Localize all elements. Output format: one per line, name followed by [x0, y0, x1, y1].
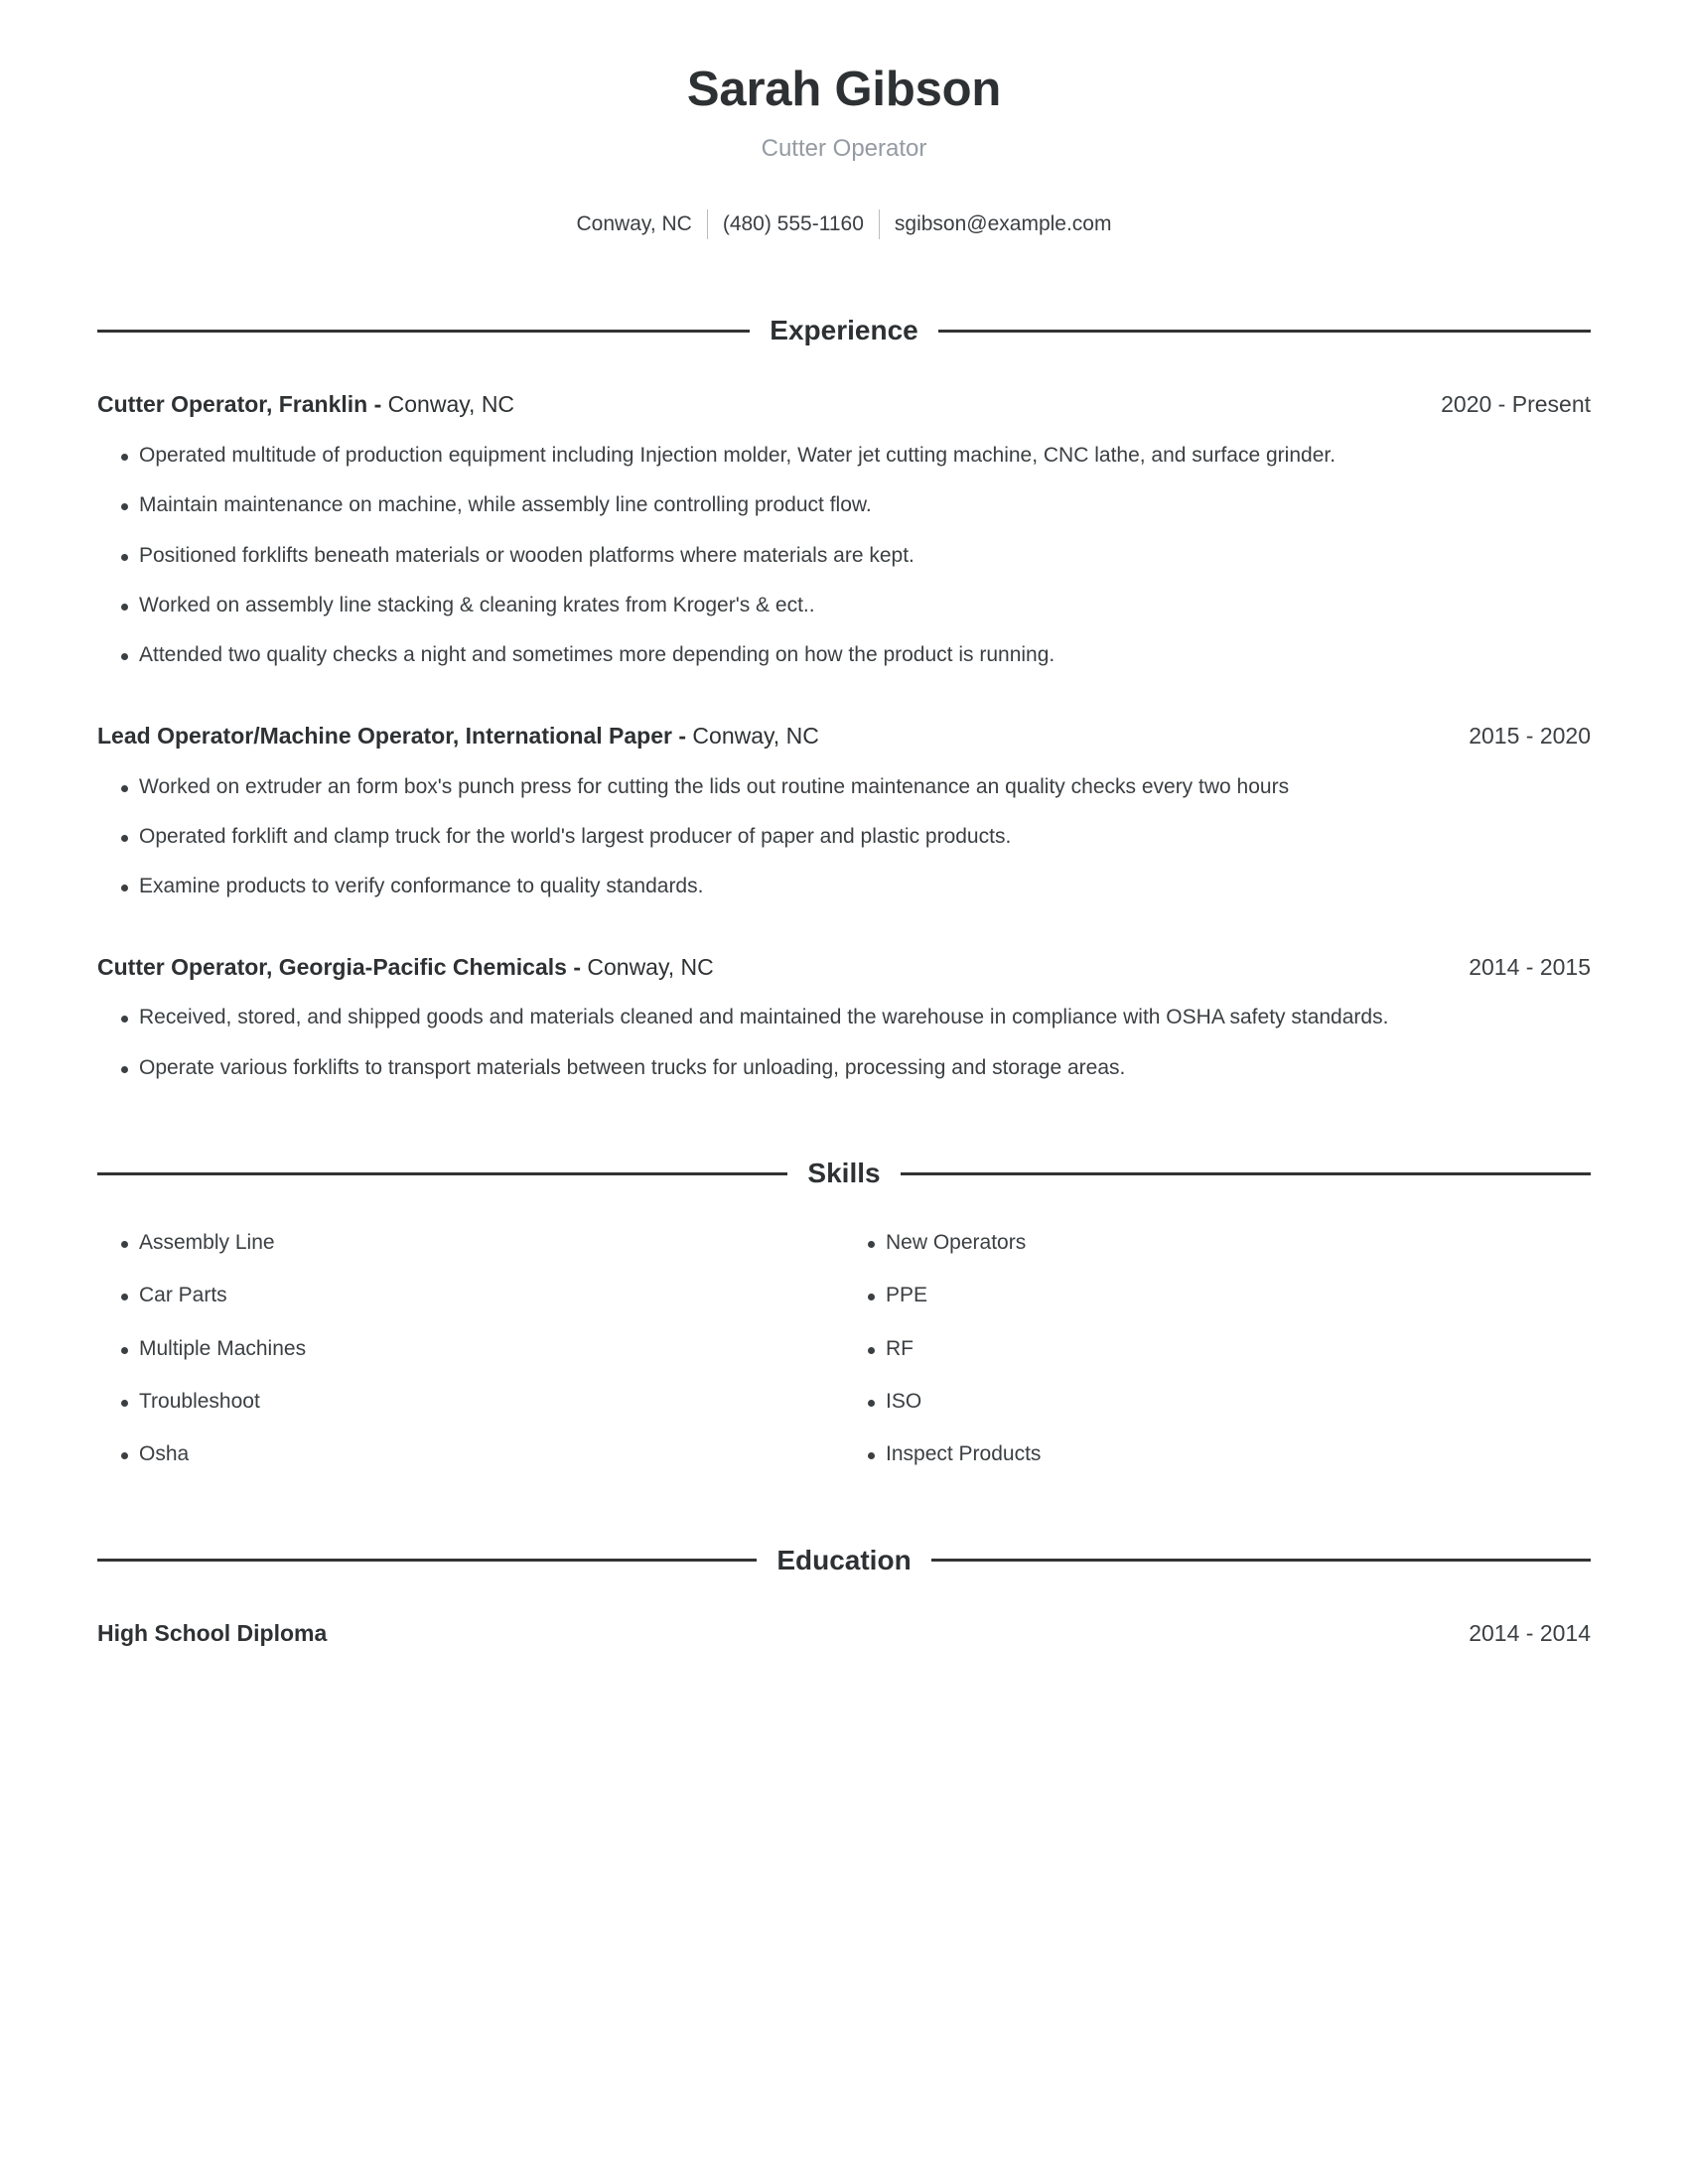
experience-entry-header: Lead Operator/Machine Operator, Internat… — [97, 722, 1591, 751]
list-item: Operated multitude of production equipme… — [97, 442, 1591, 470]
resume-page: Sarah Gibson Cutter Operator Conway, NC … — [0, 0, 1688, 2184]
experience-entry: Cutter Operator, Franklin - Conway, NC 20… — [97, 390, 1591, 670]
list-item: Inspect Products — [844, 1440, 1591, 1468]
section-title-education: Education — [776, 1544, 912, 1575]
experience-bullet-list: Received, stored, and shipped goods and … — [97, 1004, 1591, 1082]
experience-entry-location: Conway, NC — [387, 391, 515, 417]
experience-entry-header: Cutter Operator, Georgia-Pacific Chemica… — [97, 953, 1591, 983]
experience-entry-location: Conway, NC — [692, 722, 819, 749]
list-item: Received, stored, and shipped goods and … — [97, 1004, 1591, 1031]
list-item: Assembly Line — [97, 1229, 844, 1257]
education-degree: High School Diploma — [97, 1619, 328, 1646]
list-item: Multiple Machines — [97, 1335, 844, 1363]
section-rule-left — [97, 329, 751, 333]
experience-entry-date: 2014 - 2015 — [1469, 953, 1591, 980]
skills-columns: Assembly Line Car Parts Multiple Machines T… — [97, 1229, 1591, 1469]
list-item: PPE — [844, 1282, 1591, 1309]
education-date: 2014 - 2014 — [1469, 1619, 1591, 1646]
education-entry: High School Diploma 2014 - 2014 — [97, 1620, 1591, 1647]
section-heading-experience: Experience — [97, 315, 1592, 345]
list-item: Attended two quality checks a night and … — [97, 641, 1591, 669]
skills-column-right: New Operators PPE RF ISO Inspect Products — [844, 1229, 1591, 1469]
resume-header: Sarah Gibson Cutter Operator Conway, NC … — [97, 0, 1591, 239]
list-item: Car Parts — [97, 1282, 844, 1309]
contact-location: Conway, NC — [576, 211, 692, 235]
experience-entry-header: Cutter Operator, Franklin - Conway, NC 20… — [97, 390, 1591, 420]
list-item: Troubleshoot — [97, 1388, 844, 1416]
contact-email: sgibson@example.com — [894, 211, 1112, 235]
section-title-experience: Experience — [770, 315, 918, 345]
list-item: RF — [844, 1335, 1591, 1363]
page-title: Sarah Gibson — [686, 63, 1002, 116]
header-job-title: Cutter Operator — [761, 134, 927, 162]
experience-entry-title: Cutter Operator, Franklin - Conway, NC — [97, 390, 514, 420]
section-rule-right — [930, 1559, 1591, 1563]
section-rule-right — [900, 1171, 1592, 1175]
list-item: Osha — [97, 1440, 844, 1468]
section-rule-left — [97, 1171, 788, 1175]
experience-entry: Lead Operator/Machine Operator, Internat… — [97, 722, 1591, 901]
section-experience: Experience Cutter Operator, Franklin - C… — [97, 315, 1592, 1082]
list-item: Operated forklift and clamp truck for th… — [97, 823, 1591, 851]
list-item: New Operators — [844, 1229, 1591, 1257]
list-item: Maintain maintenance on machine, while a… — [97, 491, 1591, 519]
education-list: High School Diploma 2014 - 2014 — [97, 1620, 1591, 1647]
section-rule-right — [937, 329, 1592, 333]
experience-entry-title: Lead Operator/Machine Operator, Internat… — [97, 722, 819, 751]
list-item: Positioned forklifts beneath materials o… — [97, 542, 1591, 570]
skills-list-right: New Operators PPE RF ISO Inspect Products — [844, 1229, 1591, 1469]
experience-role-company: Lead Operator/Machine Operator, Internat… — [97, 722, 693, 749]
list-item: Examine products to verify conformance t… — [97, 873, 1591, 900]
list-item: Worked on extruder an form box's punch p… — [97, 773, 1591, 801]
skills-column-left: Assembly Line Car Parts Multiple Machines T… — [97, 1229, 844, 1469]
section-heading-education: Education — [97, 1544, 1591, 1575]
list-item: ISO — [844, 1388, 1591, 1416]
experience-role-company: Cutter Operator, Franklin - — [97, 391, 388, 417]
experience-entry-location: Conway, NC — [587, 953, 714, 980]
section-title-skills: Skills — [807, 1158, 881, 1189]
section-education: Education High School Diploma 2014 - 2014 — [97, 1544, 1591, 1647]
experience-bullet-list: Operated multitude of production equipme… — [97, 442, 1591, 670]
experience-bullet-list: Worked on extruder an form box's punch p… — [97, 773, 1591, 901]
contact-phone: (480) 555-1160 — [722, 211, 864, 235]
section-heading-skills: Skills — [97, 1158, 1592, 1189]
experience-entry-date: 2015 - 2020 — [1469, 722, 1591, 749]
experience-role-company: Cutter Operator, Georgia-Pacific Chemica… — [97, 953, 588, 980]
section-rule-left — [97, 1559, 758, 1563]
contact-row: Conway, NC (480) 555-1160 sgibson@exampl… — [97, 209, 1591, 239]
list-item: Worked on assembly line stacking & clean… — [97, 592, 1591, 619]
skills-list-left: Assembly Line Car Parts Multiple Machines T… — [97, 1229, 844, 1469]
experience-list: Cutter Operator, Franklin - Conway, NC 20… — [97, 390, 1591, 1082]
experience-entry-date: 2020 - Present — [1441, 391, 1591, 417]
experience-entry-title: Cutter Operator, Georgia-Pacific Chemica… — [97, 953, 714, 983]
section-skills: Skills Assembly Line Car Parts Multiple Ma… — [97, 1158, 1592, 1469]
experience-entry: Cutter Operator, Georgia-Pacific Chemica… — [97, 953, 1591, 1083]
list-item: Operate various forklifts to transport m… — [97, 1054, 1591, 1082]
